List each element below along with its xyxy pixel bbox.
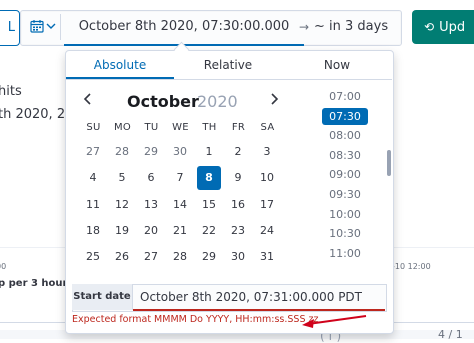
time-option[interactable]: 10:00 — [322, 206, 368, 223]
calendar-day[interactable]: 7 — [168, 166, 192, 190]
time-option-selected[interactable]: 07:30 — [322, 107, 368, 125]
tab-now[interactable]: Now — [282, 52, 392, 78]
calendar-day[interactable]: 11 — [81, 193, 105, 217]
start-date-label: Start date — [72, 284, 133, 310]
weekday-header: SU — [86, 122, 101, 133]
calendar-day[interactable]: 13 — [139, 193, 163, 217]
end-date-button[interactable]: ~ in 3 days — [314, 10, 398, 44]
calendar-day[interactable]: 9 — [226, 166, 250, 190]
calendar-day[interactable]: 25 — [81, 245, 105, 269]
time-option[interactable]: 07:00 — [322, 88, 368, 105]
next-month-button[interactable] — [269, 92, 279, 110]
calendar-month[interactable]: October — [127, 92, 199, 111]
calendar-day[interactable]: 17 — [255, 193, 279, 217]
interval-label: p per 3 hours — [0, 278, 74, 289]
query-language-button[interactable]: L — [0, 10, 20, 46]
update-button-label: Upd — [439, 20, 466, 35]
calendar-day[interactable]: 28 — [110, 140, 134, 164]
calendar-icon — [30, 20, 44, 33]
time-option[interactable]: 10:30 — [322, 225, 368, 242]
calendar-day[interactable]: 2 — [226, 140, 250, 164]
weekday-header: TH — [202, 122, 217, 133]
date-range-text: th 2020, 23 — [0, 107, 74, 122]
tab-absolute[interactable]: Absolute — [66, 52, 174, 78]
chevron-left-icon — [83, 93, 91, 105]
chart-tick-label: -10 12:00 — [392, 262, 431, 271]
update-button[interactable]: ⟲ Upd — [412, 10, 474, 44]
hits-count-label: hits — [0, 84, 22, 99]
calendar-day-selected[interactable]: 8 — [197, 166, 221, 190]
calendar-day[interactable]: 6 — [139, 166, 163, 190]
weekday-header: MO — [113, 122, 132, 133]
calendar-day[interactable]: 4 — [81, 166, 105, 190]
calendar-day[interactable]: 27 — [139, 245, 163, 269]
calendar-day[interactable]: 19 — [110, 219, 134, 243]
calendar-day[interactable]: 14 — [168, 193, 192, 217]
calendar-day[interactable]: 29 — [197, 245, 221, 269]
time-option[interactable]: 09:00 — [322, 166, 368, 183]
chevron-down-icon — [46, 23, 56, 29]
arrow-right-icon: → — [298, 20, 310, 34]
calendar-day[interactable]: 5 — [110, 166, 134, 190]
weekday-header: FR — [231, 122, 246, 133]
weekday-header: TU — [144, 122, 159, 133]
calendar-day[interactable]: 15 — [197, 193, 221, 217]
annotation-arrow-icon — [302, 315, 367, 328]
calendar-day[interactable]: 28 — [168, 245, 192, 269]
weekday-header: WE — [172, 122, 189, 133]
calendar-day[interactable]: 31 — [255, 245, 279, 269]
tab-relative[interactable]: Relative — [174, 52, 282, 78]
start-date-button[interactable]: October 8th 2020, 07:30:00.000 PDT — [64, 10, 304, 67]
time-option[interactable]: 08:30 — [322, 147, 368, 164]
calendar-day[interactable]: 18 — [81, 219, 105, 243]
time-list-scrollbar[interactable] — [387, 150, 391, 176]
chevron-right-icon — [271, 93, 279, 105]
calendar-day[interactable]: 29 — [139, 140, 163, 164]
calendar-day[interactable]: 21 — [168, 219, 192, 243]
start-date-input[interactable]: October 8th 2020, 07:31:00.000 PDT — [140, 284, 362, 310]
calendar-day[interactable]: 16 — [226, 193, 250, 217]
divider — [66, 79, 392, 80]
calendar-day[interactable]: 3 — [255, 140, 279, 164]
refresh-icon: ⟲ — [424, 20, 435, 34]
calendar-day[interactable]: 22 — [197, 219, 221, 243]
calendar-day[interactable]: 23 — [226, 219, 250, 243]
previous-month-button[interactable] — [83, 92, 93, 110]
calendar-day[interactable]: 20 — [139, 219, 163, 243]
time-option[interactable]: 09:30 — [322, 186, 368, 203]
calendar-day[interactable]: 12 — [110, 193, 134, 217]
calendar-day[interactable]: 30 — [168, 140, 192, 164]
weekday-header: SA — [260, 122, 275, 133]
calendar-day[interactable]: 1 — [197, 140, 221, 164]
pagination-fragment: 4 / 1 — [438, 328, 463, 341]
calendar-day[interactable]: 10 — [255, 166, 279, 190]
time-option[interactable]: 08:00 — [322, 127, 368, 144]
calendar-day[interactable]: 24 — [255, 219, 279, 243]
chart-tick-label: 00 — [0, 262, 7, 271]
calendar-day[interactable]: 30 — [226, 245, 250, 269]
calendar-year[interactable]: 2020 — [197, 92, 238, 111]
format-error-message: Expected format MMMM Do YYYY, HH:mm:ss.S… — [72, 314, 319, 325]
calendar-day[interactable]: 26 — [110, 245, 134, 269]
calendar-day[interactable]: 27 — [81, 140, 105, 164]
time-option[interactable]: 11:00 — [322, 245, 368, 262]
